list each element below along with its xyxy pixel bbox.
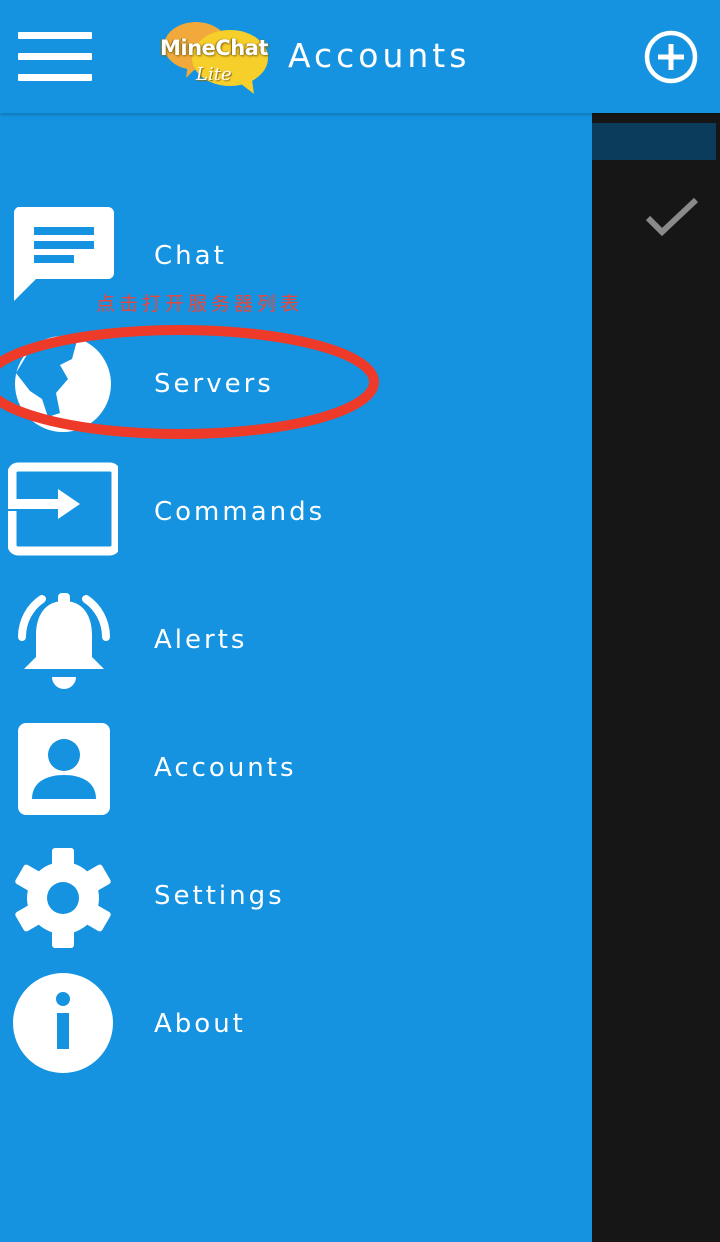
drawer-item-commands[interactable]: Commands [0,449,592,577]
drawer-item-label: About [154,1009,246,1039]
account-box-icon [18,723,110,815]
menu-button[interactable] [18,32,94,82]
drawer-item-accounts[interactable]: Accounts [0,705,592,833]
drawer-item-label: Settings [154,881,285,911]
globe-icon [15,336,111,432]
drawer-item-label: Commands [154,497,326,527]
annotation-text: 点击打开服务器列表 [96,293,304,315]
navigation-drawer: Chat Servers Commands Alerts Accounts Se… [0,113,592,1242]
bell-icon [18,593,110,689]
main-content-background [592,113,720,1242]
drawer-item-label: Alerts [154,625,248,655]
add-circle-icon[interactable] [644,30,698,84]
input-arrow-icon [8,462,118,556]
check-icon[interactable] [644,196,700,240]
app-bar: MineChat Lite Accounts [0,0,720,113]
drawer-item-settings[interactable]: Settings [0,833,592,961]
drawer-item-about[interactable]: About [0,961,592,1089]
drawer-item-label: Chat [154,241,227,271]
info-icon [13,973,113,1073]
drawer-item-alerts[interactable]: Alerts [0,577,592,705]
drawer-item-servers[interactable]: Servers [0,321,592,449]
drawer-item-label: Servers [154,369,274,399]
gear-icon [15,848,111,948]
selected-row-strip [592,123,716,160]
logo-text: MineChat [160,36,268,60]
logo-subtext: Lite [196,64,232,85]
drawer-item-label: Accounts [154,753,297,783]
page-title: Accounts [288,36,471,75]
